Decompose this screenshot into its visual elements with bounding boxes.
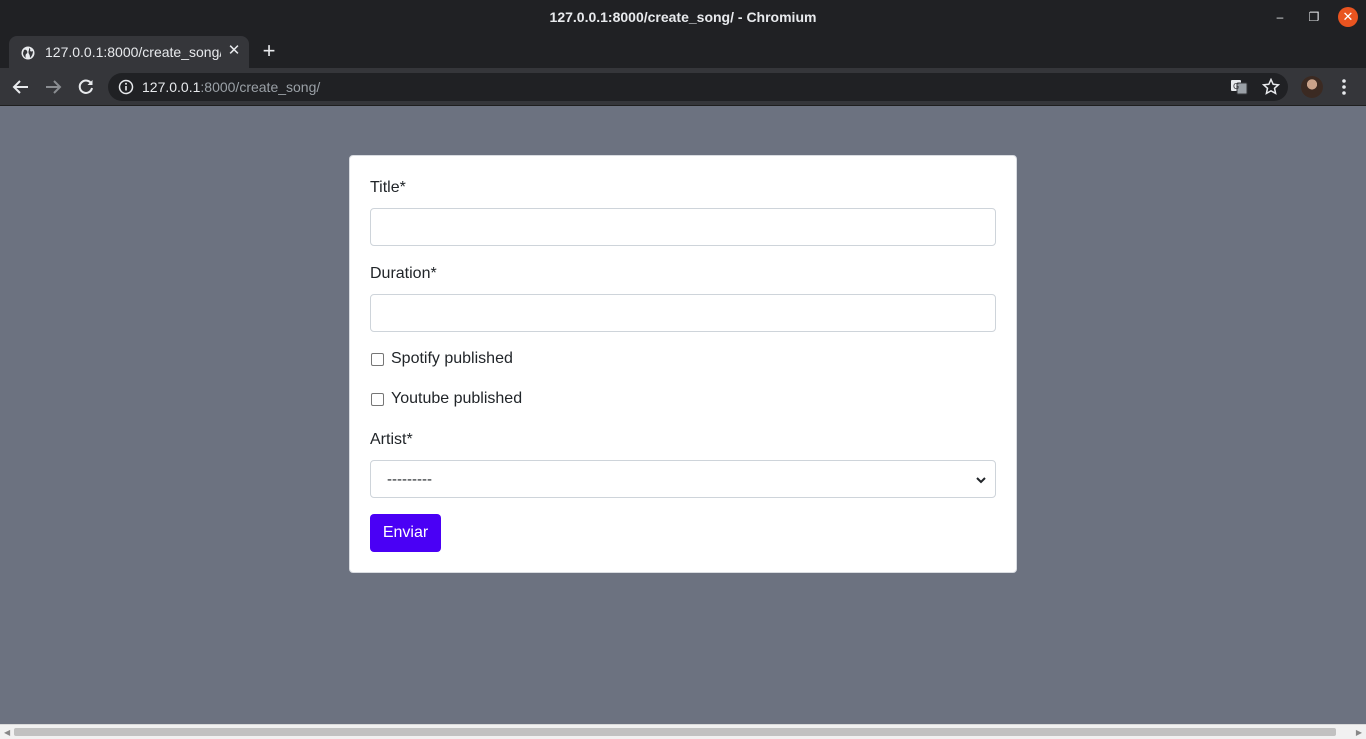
window-title: 127.0.0.1:8000/create_song/ - Chromium bbox=[549, 9, 817, 25]
kebab-menu-icon[interactable] bbox=[1334, 77, 1354, 97]
artist-label: Artist* bbox=[370, 431, 413, 448]
new-tab-button[interactable]: + bbox=[259, 40, 279, 62]
svg-text:G: G bbox=[1233, 82, 1239, 91]
star-icon[interactable] bbox=[1262, 78, 1280, 96]
spotify-published-label[interactable]: Spotify published bbox=[391, 350, 513, 368]
globe-icon bbox=[21, 46, 35, 60]
scrollbar-thumb[interactable] bbox=[14, 728, 1336, 736]
artist-select[interactable]: --------- bbox=[370, 460, 996, 498]
profile-avatar[interactable] bbox=[1301, 76, 1323, 98]
tab-strip: 127.0.0.1:8000/create_song/ ✕ + bbox=[0, 34, 1366, 68]
youtube-published-row: Youtube published bbox=[370, 389, 522, 409]
youtube-published-label[interactable]: Youtube published bbox=[391, 390, 522, 408]
tab-close-icon[interactable]: ✕ bbox=[225, 42, 243, 60]
youtube-published-checkbox[interactable] bbox=[371, 392, 384, 406]
chevron-down-icon bbox=[976, 477, 986, 484]
scroll-right-icon[interactable]: ▶ bbox=[1356, 728, 1362, 737]
reload-icon bbox=[78, 79, 93, 94]
title-input[interactable] bbox=[370, 208, 996, 246]
submit-button[interactable]: Enviar bbox=[370, 514, 441, 552]
scroll-left-icon[interactable]: ◀ bbox=[4, 728, 10, 737]
url-text: 127.0.0.1:8000/create_song/ bbox=[142, 79, 320, 95]
close-window-button[interactable]: ✕ bbox=[1338, 7, 1358, 27]
maximize-button[interactable]: ❐ bbox=[1305, 9, 1323, 25]
url-path: :8000/create_song/ bbox=[200, 79, 321, 95]
back-arrow-icon bbox=[12, 80, 28, 94]
window-titlebar: 127.0.0.1:8000/create_song/ - Chromium –… bbox=[0, 0, 1366, 34]
duration-input[interactable] bbox=[370, 294, 996, 332]
back-button[interactable] bbox=[9, 75, 33, 99]
duration-label: Duration* bbox=[370, 265, 437, 282]
browser-tab[interactable]: 127.0.0.1:8000/create_song/ ✕ bbox=[9, 36, 249, 68]
spotify-published-checkbox[interactable] bbox=[371, 352, 384, 366]
minimize-button[interactable]: – bbox=[1271, 9, 1289, 25]
forward-button[interactable] bbox=[41, 75, 65, 99]
forward-arrow-icon bbox=[46, 80, 62, 94]
address-bar[interactable]: 127.0.0.1:8000/create_song/ G bbox=[108, 73, 1288, 101]
translate-icon[interactable]: G bbox=[1230, 78, 1248, 96]
browser-toolbar: 127.0.0.1:8000/create_song/ G bbox=[0, 68, 1366, 106]
tab-title: 127.0.0.1:8000/create_song/ bbox=[45, 44, 221, 60]
horizontal-scrollbar[interactable]: ◀ ▶ bbox=[0, 724, 1366, 739]
site-info-icon[interactable] bbox=[118, 79, 134, 95]
create-song-form: Title* Duration* Spotify published Youtu… bbox=[349, 155, 1017, 573]
artist-select-value: --------- bbox=[387, 471, 432, 488]
url-host: 127.0.0.1 bbox=[142, 79, 201, 95]
reload-button[interactable] bbox=[74, 75, 98, 99]
title-label: Title* bbox=[370, 179, 406, 196]
spotify-published-row: Spotify published bbox=[370, 349, 513, 369]
